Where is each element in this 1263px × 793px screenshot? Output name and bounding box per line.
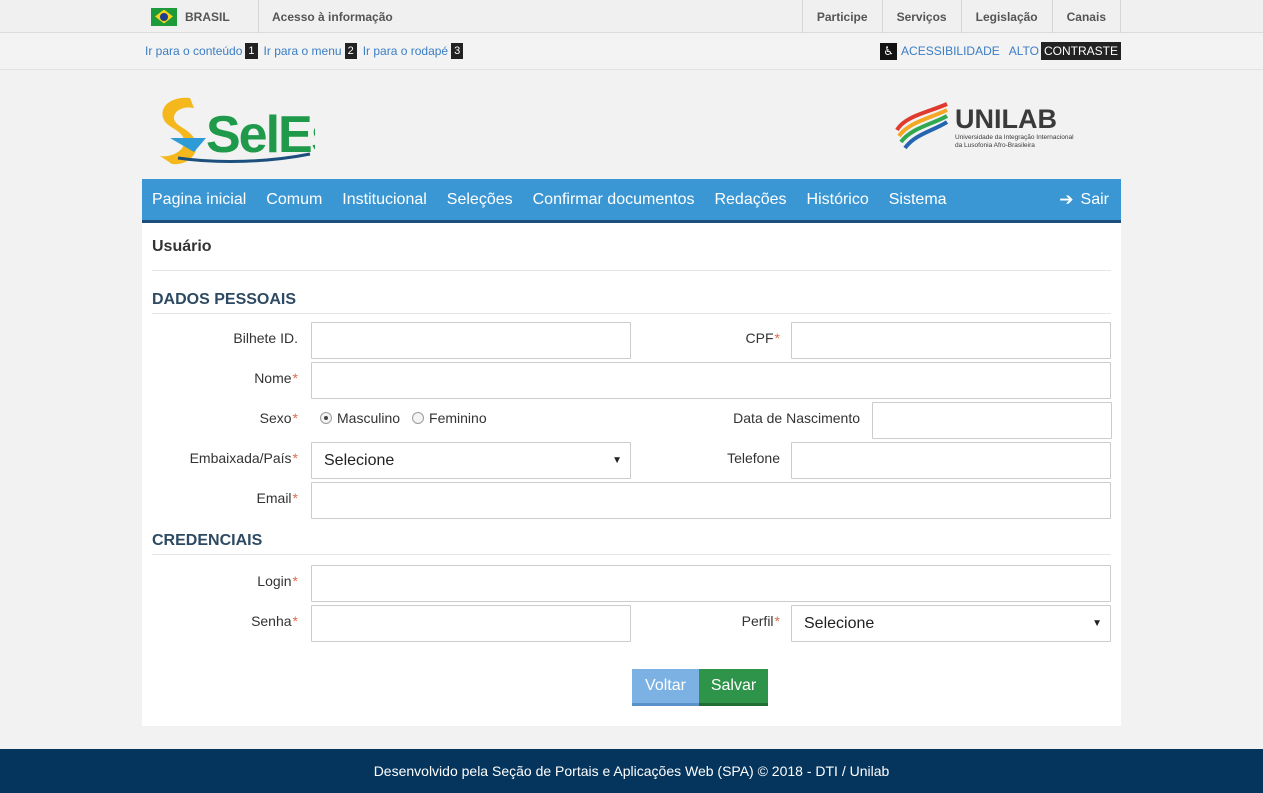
login-label: Login* <box>257 573 298 589</box>
form-row-nome: Nome* <box>152 360 1111 400</box>
unilab-subtitle-1: Universidade da Integração Internacional <box>955 134 1074 141</box>
form-row-bilhete-cpf: Bilhete ID. CPF* <box>152 320 1111 360</box>
logout-label: Sair <box>1080 190 1109 208</box>
email-label: Email* <box>256 490 298 506</box>
nav-item-comum[interactable]: Comum <box>266 191 322 209</box>
gov-link-canais[interactable]: Canais <box>1051 0 1121 33</box>
nav-item-pagina-inicial[interactable]: Pagina inicial <box>152 191 246 209</box>
nascimento-label: Data de Nascimento <box>733 410 860 426</box>
alto-contraste-link[interactable]: ALTO <box>1009 44 1039 58</box>
back-button[interactable]: Voltar <box>632 669 699 706</box>
main-panel: Usuário DADOS PESSOAIS Bilhete ID. CPF* … <box>142 223 1121 726</box>
nav-item-selecoes[interactable]: Seleções <box>447 191 513 209</box>
site-header: SelEst UNILAB Universidade da Integração… <box>142 70 1121 179</box>
feminino-radio[interactable] <box>412 412 425 424</box>
unilab-subtitle-2: da Lusofonia Afro-Brasileira <box>955 142 1035 149</box>
brasil-label: BRASIL <box>185 9 230 24</box>
nav-item-sistema[interactable]: Sistema <box>889 191 947 209</box>
cpf-input[interactable] <box>791 322 1111 359</box>
contraste-link[interactable]: CONTRASTE <box>1040 42 1121 60</box>
caret-down-icon: ▼ <box>612 455 622 466</box>
form-row-embaixada-telefone: Embaixada/País* Selecione ▼ Telefone <box>152 440 1111 480</box>
nav-item-institucional[interactable]: Institucional <box>342 191 427 209</box>
acesso-informacao-link[interactable]: Acesso à informação <box>259 0 802 33</box>
footer: Desenvolvido pela Seção de Portais e Apl… <box>0 749 1263 793</box>
section-title-credenciais: CREDENCIAIS <box>152 532 1111 555</box>
nav-item-historico[interactable]: Histórico <box>807 191 869 209</box>
email-input[interactable] <box>311 482 1111 519</box>
form-row-senha-perfil: Senha* Perfil* Selecione ▼ <box>152 603 1111 643</box>
login-input[interactable] <box>311 565 1111 602</box>
gov-link-legislacao[interactable]: Legislação <box>960 0 1052 33</box>
senha-label: Senha* <box>251 613 298 629</box>
page-title: Usuário <box>152 223 1111 271</box>
nascimento-input[interactable] <box>872 402 1112 439</box>
brasil-link[interactable]: BRASIL <box>142 0 259 33</box>
skip-to-footer-link[interactable]: Ir para o rodapé 3 <box>363 43 464 59</box>
gov-link-participe[interactable]: Participe <box>801 0 882 33</box>
sexo-feminino-option[interactable]: Feminino <box>412 410 487 426</box>
form-actions: Voltar Salvar <box>632 669 768 706</box>
telefone-label: Telefone <box>727 450 780 466</box>
skip-to-menu-link[interactable]: Ir para o menu 2 <box>264 43 357 59</box>
bilhete-input[interactable] <box>311 322 631 359</box>
nav-item-confirmar-documentos[interactable]: Confirmar documentos <box>533 191 695 209</box>
section-title-dados-pessoais: DADOS PESSOAIS <box>152 291 1111 314</box>
senha-input[interactable] <box>311 605 631 642</box>
form-row-email: Email* <box>152 480 1111 522</box>
save-button[interactable]: Salvar <box>699 669 768 706</box>
form-row-login: Login* <box>152 563 1111 603</box>
sexo-label: Sexo* <box>259 410 298 426</box>
bilhete-label: Bilhete ID. <box>233 330 298 346</box>
cpf-label: CPF* <box>745 330 780 346</box>
gov-link-servicos[interactable]: Serviços <box>881 0 961 33</box>
sexo-masculino-option[interactable]: Masculino <box>320 410 400 426</box>
main-nav: Pagina inicial Comum Institucional Seleç… <box>142 179 1121 223</box>
brazil-flag-icon <box>151 7 177 26</box>
embaixada-select[interactable]: Selecione ▼ <box>311 442 631 479</box>
nav-item-redacoes[interactable]: Redações <box>714 191 786 209</box>
gov-bar: BRASIL Acesso à informação Participe Ser… <box>0 0 1263 33</box>
accessibility-bar: Ir para o conteúdo 1 Ir para o menu 2 Ir… <box>0 33 1263 70</box>
telefone-input[interactable] <box>791 442 1111 479</box>
nome-input[interactable] <box>311 362 1111 399</box>
sexo-radio-group: Masculino Feminino <box>320 410 499 426</box>
nome-label: Nome* <box>254 370 298 386</box>
masculino-radio[interactable] <box>320 412 332 424</box>
skip-to-content-link[interactable]: Ir para o conteúdo 1 <box>145 43 258 59</box>
caret-down-icon: ▼ <box>1092 618 1102 629</box>
wheelchair-icon: ♿ <box>880 42 898 60</box>
sign-out-arrow-icon: ➔ <box>1059 189 1074 209</box>
perfil-select[interactable]: Selecione ▼ <box>791 605 1111 642</box>
selest-logo[interactable]: SelEst <box>150 94 315 166</box>
embaixada-label: Embaixada/País* <box>189 450 298 466</box>
unilab-logo-text: UNILAB <box>955 104 1057 134</box>
perfil-label: Perfil* <box>741 613 780 629</box>
unilab-logo[interactable]: UNILAB Universidade da Integração Intern… <box>895 102 1113 152</box>
acessibilidade-link[interactable]: ACESSIBILIDADE <box>901 44 1000 58</box>
logout-button[interactable]: ➔ Sair <box>1059 190 1109 210</box>
form-row-sexo-nascimento: Sexo* Masculino Feminino Data de Nascime… <box>152 400 1112 440</box>
